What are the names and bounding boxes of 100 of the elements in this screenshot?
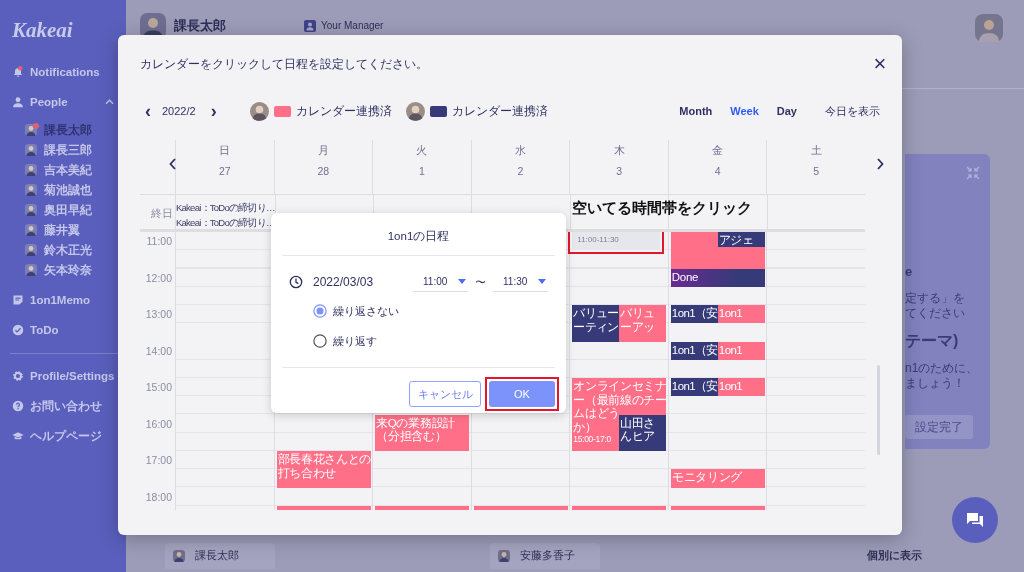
calendar-event[interactable]: 1on1（安 [670, 341, 718, 360]
date-label: 27 [218, 165, 231, 177]
day-column[interactable]: アジェ Done 1on1（安1on1 1on1（安1on1 1on1（安1on1 モニタリング [667, 232, 767, 510]
calendar-event[interactable]: 1on1 [717, 341, 765, 360]
complete-button[interactable]: 設定完了 [905, 415, 973, 439]
avatar [498, 549, 512, 563]
weekday-label: 日 [219, 144, 231, 158]
cancel-button[interactable]: キャンセル [409, 381, 481, 407]
all-day-event[interactable]: Kakeai：ToDoの締切り… [176, 217, 275, 228]
view-tab[interactable]: Week [730, 105, 759, 117]
calendar-event[interactable]: 山田さ んヒア [619, 414, 667, 451]
next-button[interactable]: › [207, 102, 220, 120]
calendar-event[interactable]: モニタリング [670, 469, 765, 488]
note-icon [12, 294, 24, 306]
nav-item[interactable]: Profile/Settings [0, 366, 126, 386]
date-label: 5 [813, 165, 820, 177]
avatar [25, 183, 39, 197]
today-button[interactable]: 今日を表示 [825, 103, 880, 119]
all-day-event[interactable]: Kakeai：ToDoの締切り… [176, 202, 275, 213]
nav-item[interactable]: ヘルプページ [0, 426, 126, 446]
end-time-select[interactable]: 11:30 [493, 272, 548, 292]
card-text: n1のために、 [905, 361, 979, 376]
avatar [405, 101, 425, 121]
weekday-label: 水 [515, 144, 526, 158]
hour-label: 16:00 [145, 417, 172, 430]
range-separator: 〜 [475, 274, 486, 290]
nav-item[interactable]: お問い合わせ [0, 396, 126, 416]
collapse-icon[interactable] [966, 166, 980, 180]
person-item[interactable]: 吉本美紀 [25, 160, 92, 180]
time-slot[interactable]: 11:00-11:30 [572, 232, 661, 250]
weekday-label: 火 [416, 144, 428, 158]
hour-label: 11:00 [146, 235, 172, 247]
help-icon [12, 400, 24, 412]
view-tab[interactable]: Day [776, 105, 797, 117]
date-label: 2 [517, 165, 524, 177]
avatar [25, 243, 39, 257]
person-item[interactable]: 鈴木正光 [25, 240, 92, 260]
person-tab[interactable]: 安藤多香子 [490, 543, 600, 569]
radio-button[interactable] [313, 304, 327, 318]
previous-week-icon[interactable] [169, 158, 177, 170]
legend-label: カレンダー連携済 [451, 102, 548, 120]
calendar-event[interactable]: 部長春花さんとの 打ち合わせ [276, 451, 371, 488]
person-icon [304, 20, 316, 32]
instruction-text: カレンダーをクリックして日程を設定してください。 [140, 55, 428, 73]
card-text: てください [905, 306, 965, 321]
legend-label: カレンダー連携済 [295, 102, 392, 120]
person-item[interactable]: 矢本玲奈 [25, 260, 92, 280]
nav-item[interactable]: Notifications [0, 62, 126, 82]
annotation-text: 空いてる時間帯をクリック [572, 199, 752, 218]
next-week-icon[interactable] [876, 158, 884, 170]
date-text: 2022/03/03 [313, 275, 375, 289]
calendar-event[interactable]: 来Qの業務設計 （分担含む） [375, 414, 470, 451]
radio-label[interactable]: 繰り返す [333, 333, 377, 349]
dropdown-arrow-icon[interactable] [538, 279, 546, 284]
chevron-icon[interactable] [105, 99, 114, 105]
person-item[interactable]: 菊池誠也 [25, 180, 92, 200]
weekday-label: 土 [810, 144, 822, 158]
dropdown-arrow-icon[interactable] [458, 279, 466, 284]
nav-item[interactable]: ToDo [0, 320, 126, 340]
hour-label: 13:00 [145, 308, 172, 320]
calendar-event[interactable]: 1on1（安 [670, 378, 718, 397]
view-tab[interactable]: Month [679, 105, 713, 117]
calendar-event[interactable]: 1on1 [717, 305, 765, 324]
month-label: 2022/2 [162, 105, 196, 117]
calendar-event[interactable]: 1on1（安 [670, 305, 718, 324]
person-item[interactable]: 課長三郎 [25, 140, 92, 160]
day-column[interactable]: 11:00-11:30 バリュー ーティン バリュ ーアッ オンラインセミナ ー（最前線のチー ムはどう か） 15:00-17:0 山田さ んヒア [569, 232, 668, 510]
settings-icon [12, 370, 24, 382]
start-time-select[interactable]: 11:00 [413, 272, 468, 292]
logo: Kakeai [11, 18, 73, 42]
calendar-event[interactable]: アジェ [717, 232, 765, 248]
weekday-label: 月 [317, 144, 329, 158]
chat-button[interactable] [952, 497, 998, 543]
person-tab[interactable]: 課長太郎 [165, 543, 275, 569]
calendar-event[interactable]: オンラインセミナ ー（最前線のチー ムはどう か） 15:00-17:0 山田さ んヒア [572, 378, 667, 451]
hour-label: 15:00 [145, 381, 172, 393]
avatar [25, 263, 39, 277]
person-item[interactable]: 奥田早紀 [25, 200, 92, 220]
avatar[interactable] [975, 14, 1003, 42]
calendar-event[interactable]: アジェ [670, 232, 765, 269]
avatar [249, 101, 269, 121]
hour-label: 12:00 [145, 271, 172, 284]
calendar-event[interactable]: バリュ ーアッ [619, 305, 667, 342]
card-text: テーマ) [905, 331, 959, 351]
calendar-event[interactable]: 1on1 [717, 378, 765, 397]
radio-button[interactable] [313, 334, 327, 348]
previous-button[interactable]: ‹ [142, 102, 154, 120]
nav-item[interactable]: People [0, 92, 126, 112]
clock-icon [289, 275, 303, 289]
show-separately-link[interactable]: 個別に表示 [867, 549, 922, 563]
avatar [25, 163, 39, 177]
nav-item[interactable]: 1on1Memo [0, 290, 126, 310]
radio-label[interactable]: 繰り返さない [333, 303, 399, 319]
person-item[interactable]: 藤井翼 [25, 220, 80, 240]
role-label: Your Manager [321, 19, 384, 33]
date-label: 1 [419, 165, 425, 177]
avatar [25, 203, 39, 217]
close-button[interactable]: × [868, 52, 892, 76]
ok-button[interactable]: OK [489, 381, 555, 407]
calendar-event[interactable]: バリュー ーティン [572, 305, 620, 342]
